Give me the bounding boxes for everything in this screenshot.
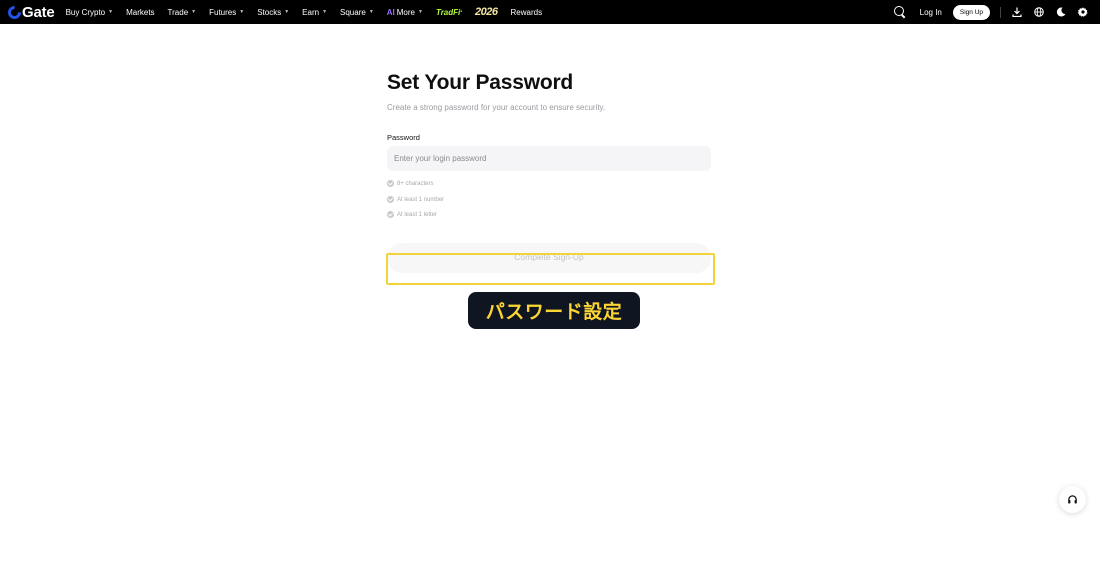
ai-badge-icon: AI: [386, 7, 395, 17]
logo-text: Gate: [22, 3, 55, 21]
nav-label: Trade: [167, 7, 189, 17]
header-actions: Log In Sign Up: [893, 0, 1100, 24]
gate-logo-icon: [5, 2, 24, 22]
page-title: Set Your Password: [387, 71, 574, 94]
search-icon[interactable]: [893, 6, 906, 18]
download-icon[interactable]: [1012, 7, 1022, 17]
nav-label: More: [396, 7, 415, 17]
nav-label: Buy Crypto: [65, 7, 106, 17]
password-rule-length: 8+ characters: [387, 180, 434, 187]
check-circle-icon: [387, 196, 394, 203]
password-label: Password: [387, 133, 420, 142]
nav-2026-logo[interactable]: 2026: [475, 6, 498, 18]
signup-button[interactable]: Sign Up: [952, 4, 990, 20]
divider: [1000, 6, 1001, 18]
rule-text: 8+ characters: [397, 180, 434, 187]
page-subtitle: Create a strong password for your accoun…: [387, 103, 606, 112]
nav-label: Markets: [126, 7, 155, 17]
top-nav-bar: Gate Buy Crypto ▼ Markets Trade ▼ Futures ▼…: [0, 0, 1100, 24]
chevron-down-icon: ▼: [191, 9, 197, 15]
nav-markets[interactable]: Markets: [126, 8, 154, 17]
gate-logo[interactable]: Gate: [5, 0, 55, 24]
nav-label: Stocks: [257, 7, 282, 17]
chevron-down-icon: ▼: [284, 9, 290, 15]
complete-signup-button[interactable]: Complete Sign-Up: [387, 243, 711, 273]
chevron-down-icon: ▼: [108, 9, 114, 15]
nav-earn[interactable]: Earn ▼: [302, 8, 327, 17]
rule-text: At least 1 number: [397, 196, 445, 203]
password-rule-number: At least 1 number: [387, 196, 444, 203]
nav-buy-crypto[interactable]: Buy Crypto ▼: [66, 8, 114, 17]
password-rule-letter: At least 1 letter: [387, 211, 437, 218]
chevron-down-icon: ▼: [322, 9, 328, 15]
nav-stocks[interactable]: Stocks ▼: [257, 8, 289, 17]
support-button[interactable]: [1059, 486, 1086, 513]
gear-icon[interactable]: [1078, 7, 1088, 17]
nav-label: Square: [340, 7, 366, 17]
chevron-down-icon: ▼: [239, 9, 245, 15]
annotation-caption: パスワード設定: [468, 292, 640, 329]
nav-rewards[interactable]: Rewards: [511, 8, 543, 17]
nav-more[interactable]: AI More ▼: [387, 8, 423, 17]
login-link[interactable]: Log In: [920, 8, 942, 17]
check-circle-icon: [387, 211, 394, 218]
nav-label: TradFi: [435, 7, 461, 17]
nav-label: Earn: [302, 7, 320, 17]
password-input[interactable]: [387, 146, 711, 171]
nav-tradfi[interactable]: TradFi •: [436, 8, 462, 17]
nav-square[interactable]: Square ▼: [340, 8, 374, 17]
nav-futures[interactable]: Futures ▼: [209, 8, 244, 17]
nav-trade[interactable]: Trade ▼: [168, 8, 197, 17]
nav-label: Futures: [209, 7, 237, 17]
new-dot-icon: •: [460, 9, 463, 15]
moon-icon[interactable]: [1056, 7, 1066, 17]
chevron-down-icon: ▼: [368, 9, 374, 15]
globe-icon[interactable]: [1034, 7, 1044, 17]
check-circle-icon: [387, 180, 394, 187]
main-nav: Buy Crypto ▼ Markets Trade ▼ Futures ▼ Stoc…: [66, 0, 556, 24]
rule-text: At least 1 letter: [397, 211, 438, 218]
chevron-down-icon: ▼: [418, 9, 423, 15]
headset-icon: [1068, 495, 1077, 504]
